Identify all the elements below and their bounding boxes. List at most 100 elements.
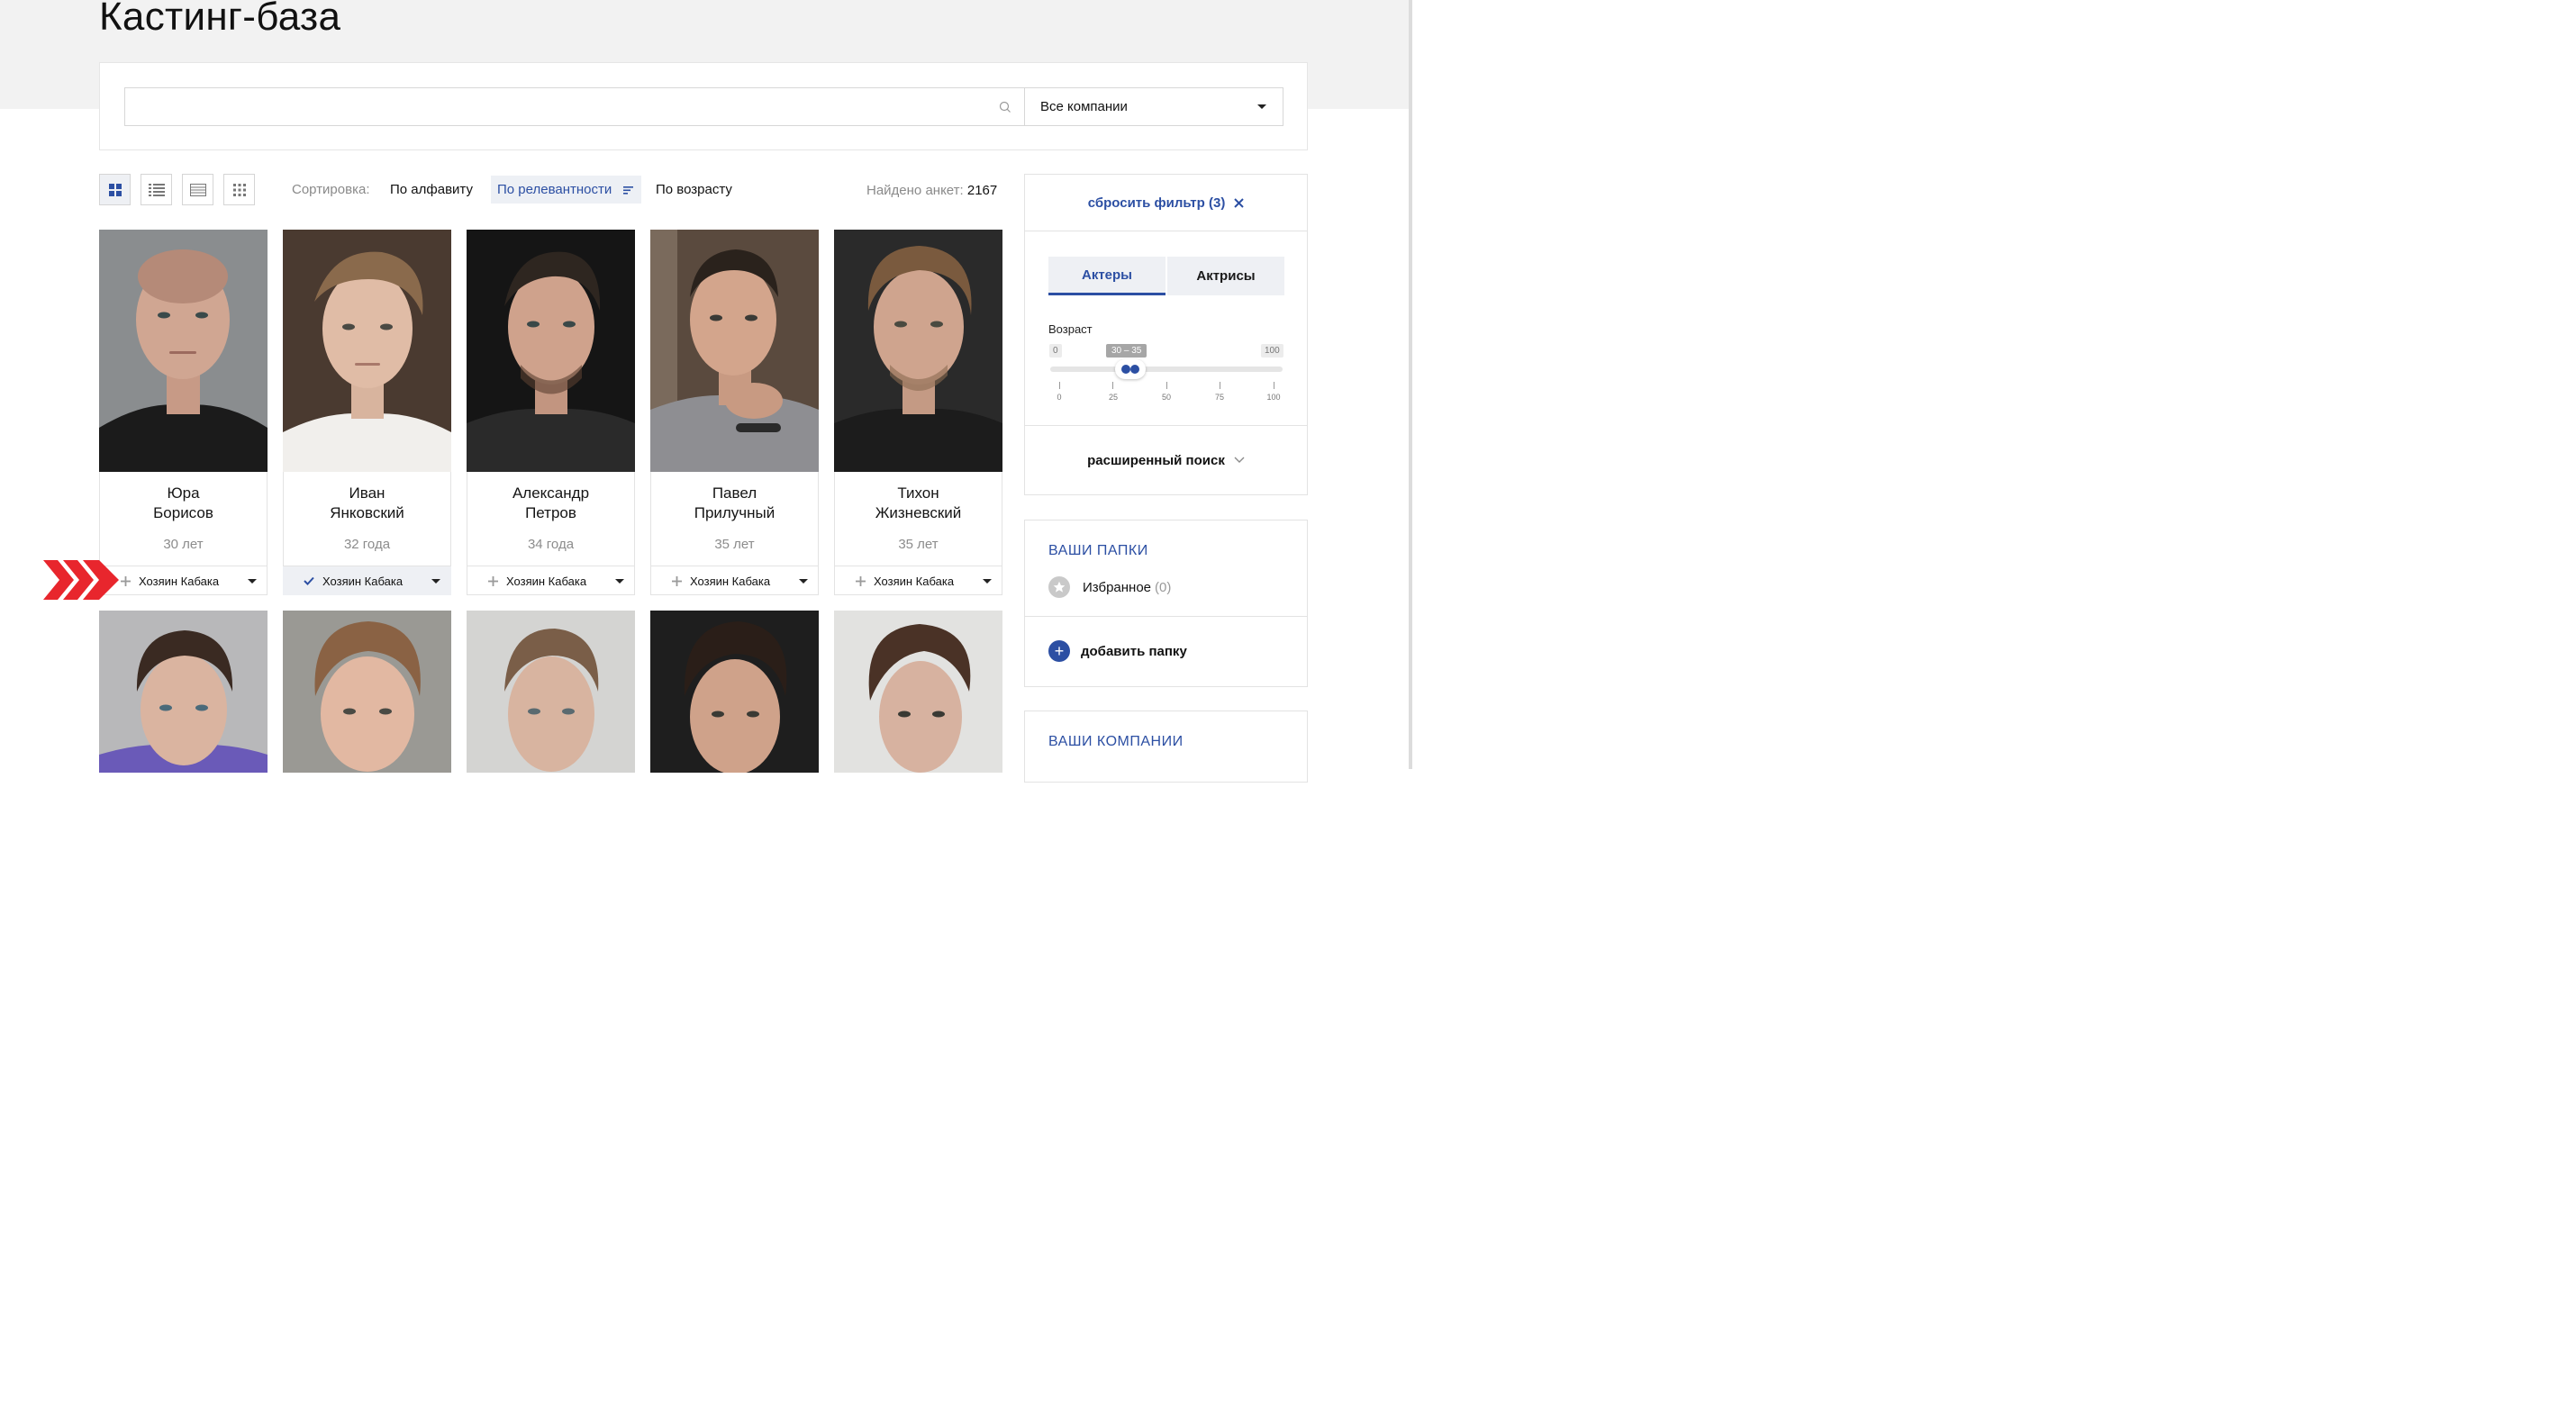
- actor-photo[interactable]: [467, 611, 635, 773]
- tab-actresses[interactable]: Актрисы: [1167, 257, 1284, 295]
- plus-icon: [670, 575, 683, 586]
- grid-small-icon: [232, 183, 246, 196]
- folders-panel: ВАШИ ПАПКИ Избранное (0) + добавить папк…: [1024, 520, 1308, 687]
- actor-card[interactable]: Иван Янковский 32 года Хозяин Кабака: [283, 230, 451, 595]
- plus-icon: +: [1048, 640, 1070, 662]
- actor-name[interactable]: Иван Янковский: [284, 484, 450, 523]
- age-max-badge: 100: [1261, 344, 1283, 358]
- view-table-button[interactable]: [182, 174, 213, 205]
- slider-tick: [1112, 382, 1113, 389]
- tick-label: 25: [1108, 393, 1118, 402]
- chevron-down-icon: [1257, 104, 1266, 109]
- add-folder-button[interactable]: + добавить папку: [1025, 616, 1307, 685]
- age-slider-track[interactable]: [1050, 367, 1283, 372]
- company-label: Хозяин Кабака: [139, 574, 220, 588]
- plus-icon: [119, 575, 132, 586]
- actor-card[interactable]: Павел Прилучный 35 лет Хозяин Кабака: [650, 230, 819, 595]
- advanced-search-label: расширенный поиск: [1087, 452, 1225, 468]
- actor-card[interactable]: Юра Борисов 30 лет Хозяин Кабака: [99, 230, 268, 595]
- chevron-down-icon[interactable]: [431, 579, 440, 584]
- actor-photo[interactable]: [99, 230, 268, 472]
- chevron-down-icon[interactable]: [248, 579, 257, 584]
- chevron-down-icon[interactable]: [799, 579, 808, 584]
- add-to-company-button[interactable]: Хозяин Кабака: [99, 566, 268, 595]
- actor-name[interactable]: Юра Борисов: [100, 484, 267, 523]
- sort-age-option[interactable]: По возрасту: [656, 182, 732, 197]
- view-grid-large-button[interactable]: [99, 174, 131, 205]
- actor-photo[interactable]: [99, 611, 268, 773]
- company-select-value: Все компании: [1040, 99, 1128, 114]
- plus-icon: [486, 575, 499, 586]
- tick-label: 100: [1266, 393, 1281, 402]
- chevron-down-icon[interactable]: [983, 579, 992, 584]
- companies-title: ВАШИ КОМПАНИИ: [1048, 734, 1184, 749]
- close-icon[interactable]: [1234, 197, 1245, 208]
- search-icon[interactable]: [999, 101, 1011, 113]
- found-number: 2167: [966, 183, 998, 198]
- scrollbar[interactable]: [1409, 0, 1412, 769]
- actor-age: 35 лет: [714, 537, 755, 552]
- company-label: Хозяин Кабака: [322, 574, 404, 588]
- chevron-marker-icon: [43, 560, 119, 600]
- advanced-search-button[interactable]: расширенный поиск: [1025, 425, 1307, 494]
- actor-name[interactable]: Павел Прилучный: [651, 484, 818, 523]
- sort-label: Сортировка:: [292, 182, 370, 197]
- actor-card[interactable]: Тихон Жизневский 35 лет Хозяин Кабака: [834, 230, 1002, 595]
- page-title: Кастинг-база: [99, 0, 341, 39]
- actor-photo[interactable]: [283, 230, 451, 472]
- found-count: Найдено анкет: 2167: [866, 183, 997, 198]
- companies-panel: ВАШИ КОМПАНИИ: [1024, 711, 1308, 783]
- reset-filter-label: сбросить фильтр (3): [1087, 195, 1226, 211]
- tick-label: 75: [1214, 393, 1224, 402]
- age-slider-handles[interactable]: [1115, 359, 1146, 379]
- actor-photo[interactable]: [283, 611, 451, 773]
- sort-alphabet-option[interactable]: По алфавиту: [390, 182, 473, 197]
- folders-title: ВАШИ ПАПКИ: [1048, 543, 1148, 558]
- folder-label: Избранное: [1083, 579, 1152, 595]
- actor-age: 32 года: [343, 537, 391, 552]
- actor-name[interactable]: Александр Петров: [467, 484, 634, 523]
- view-grid-small-button[interactable]: [223, 174, 255, 205]
- add-to-company-button[interactable]: Хозяин Кабака: [834, 566, 1002, 595]
- age-slider-max-handle[interactable]: [1130, 365, 1139, 374]
- actor-name[interactable]: Тихон Жизневский: [835, 484, 1002, 523]
- sort-relevance-option[interactable]: По релевантности: [497, 182, 612, 197]
- tab-actors[interactable]: Актеры: [1048, 257, 1166, 295]
- grid-large-icon: [108, 183, 122, 196]
- actor-card[interactable]: Александр Петров 34 года Хозяин Кабака: [467, 230, 635, 595]
- search-input[interactable]: [125, 88, 981, 125]
- reset-filter-button[interactable]: сбросить фильтр (3): [1025, 175, 1307, 231]
- actor-age: 35 лет: [898, 537, 939, 552]
- company-label: Хозяин Кабака: [874, 574, 955, 588]
- add-to-company-button[interactable]: Хозяин Кабака: [650, 566, 819, 595]
- chevron-down-icon[interactable]: [615, 579, 624, 584]
- actor-photo[interactable]: [834, 611, 1002, 773]
- folder-item[interactable]: Избранное (0): [1048, 576, 1171, 598]
- company-label: Хозяин Кабака: [690, 574, 771, 588]
- actor-photo[interactable]: [650, 230, 819, 472]
- star-icon: [1048, 576, 1070, 598]
- company-select[interactable]: Все компании: [1024, 87, 1283, 126]
- check-icon: [303, 576, 315, 585]
- add-to-company-button[interactable]: Хозяин Кабака: [467, 566, 635, 595]
- list-icon: [148, 183, 165, 196]
- actor-photo[interactable]: [834, 230, 1002, 472]
- search-panel: Все компании: [99, 62, 1308, 150]
- gender-tabs: Актеры Актрисы: [1048, 257, 1284, 295]
- chevron-down-icon: [1234, 457, 1245, 463]
- age-range-badge: 30 – 35: [1106, 344, 1147, 358]
- actor-photo[interactable]: [467, 230, 635, 472]
- table-icon: [189, 183, 206, 196]
- plus-icon: [854, 575, 866, 586]
- actor-age: 34 года: [527, 537, 575, 552]
- age-slider-min-handle[interactable]: [1121, 365, 1130, 374]
- search-field[interactable]: [124, 87, 1025, 126]
- tick-label: 50: [1161, 393, 1171, 402]
- add-to-company-button[interactable]: Хозяин Кабака: [283, 566, 451, 595]
- age-min-badge: 0: [1049, 344, 1062, 358]
- view-list-button[interactable]: [141, 174, 172, 205]
- actor-photo[interactable]: [650, 611, 819, 773]
- folder-count: (0): [1155, 579, 1172, 595]
- actor-age: 30 лет: [163, 537, 204, 552]
- add-folder-label: добавить папку: [1081, 643, 1187, 659]
